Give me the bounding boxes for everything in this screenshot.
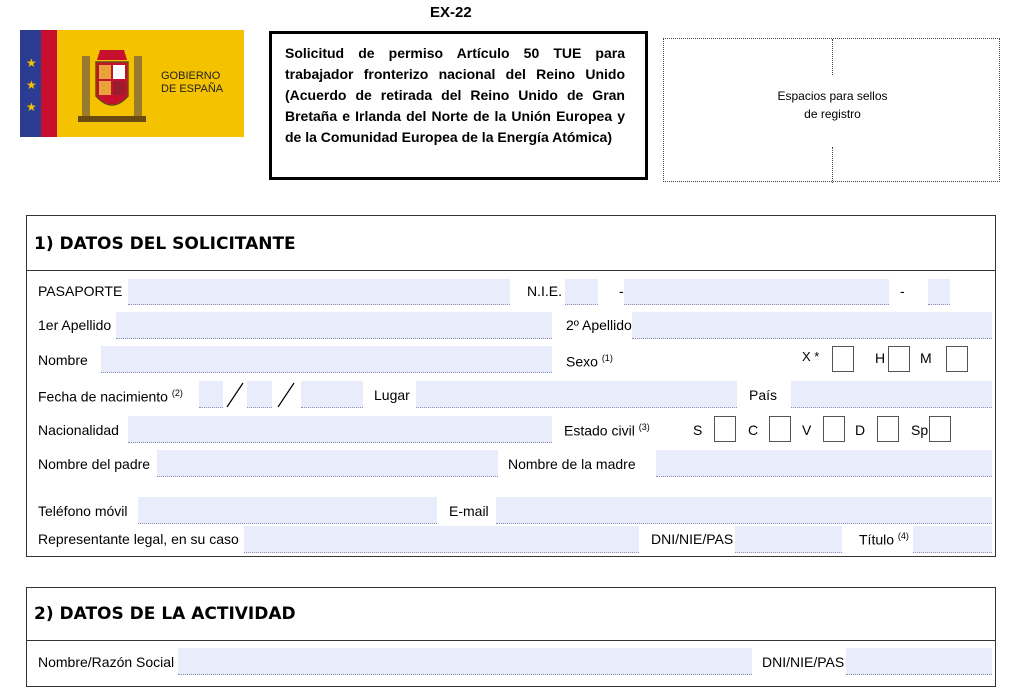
business-id-label: DNI/NIE/PAS [762,654,845,670]
father-name-label: Nombre del padre [38,456,151,472]
form-title-box: Solicitud de permiso Artículo 50 TUE par… [269,31,648,180]
sex-x-label: X * [802,349,820,364]
government-logo: ★ ★ ★ GOBIERNO DE ESPAÑA [20,30,244,137]
star-icon: ★ [26,100,37,114]
nationality-field[interactable] [128,416,552,443]
stamp-divider [832,147,833,183]
sex-m-checkbox[interactable] [946,346,968,372]
form-title: Solicitud de permiso Artículo 50 TUE par… [285,45,625,145]
civil-status-sp-checkbox[interactable] [929,416,951,442]
civil-status-s-checkbox[interactable] [714,416,736,442]
civil-status-footnote-ref: (3) [638,422,650,432]
civil-status-label-text: Estado civil [564,422,635,439]
birthdate-label-text: Fecha de nacimiento [38,388,168,405]
stamp-label-line2: de registro [804,107,861,121]
birth-year-field[interactable] [301,381,363,408]
birthdate-footnote-ref: (2) [171,388,183,398]
mother-name-field[interactable] [656,450,992,477]
sex-x-checkbox[interactable] [832,346,854,372]
nie-number-field[interactable] [624,279,889,305]
name-field[interactable] [101,346,552,373]
nie-control-field[interactable] [928,279,950,305]
section-applicant-title: 1) DATOS DEL SOLICITANTE [34,234,296,254]
mother-name-label: Nombre de la madre [508,456,636,472]
legal-rep-id-field[interactable] [735,526,842,553]
stamp-divider [832,39,833,75]
logo-text-line2: DE ESPAÑA [161,83,224,95]
stamp-label-line1: Espacios para sellos [777,89,888,103]
nie-dash-1: - [619,283,624,299]
surname2-label: 2º Apellido [566,317,632,333]
mobile-phone-field[interactable] [138,497,437,524]
birth-month-field[interactable] [247,381,272,408]
section-activity-title: 2) DATOS DE LA ACTIVIDAD [34,604,296,624]
section-activity-header: 2) DATOS DE LA ACTIVIDAD [27,588,995,641]
legal-rep-field[interactable] [244,526,639,553]
star-icon: ★ [26,78,37,92]
sex-h-checkbox[interactable] [888,346,910,372]
passport-label: PASAPORTE [38,283,123,299]
birth-day-field[interactable] [199,381,223,408]
sex-label: Sexo (1) [566,353,613,370]
legal-rep-title-field[interactable] [913,526,992,553]
legal-rep-title-text: Título [859,531,895,548]
email-label: E-mail [449,503,489,519]
civil-status-c-label: C [748,422,759,438]
civil-status-s-label: S [693,422,703,438]
sex-footnote-ref: (1) [601,353,613,363]
civil-status-d-label: D [855,422,866,438]
birthplace-label: Lugar [374,387,410,403]
civil-status-c-checkbox[interactable] [769,416,791,442]
father-name-field[interactable] [157,450,498,477]
nie-dash-2: - [900,283,905,299]
legal-rep-id-label: DNI/NIE/PAS [651,531,734,547]
mobile-phone-label: Teléfono móvil [38,503,128,519]
passport-field[interactable] [128,279,510,305]
civil-status-v-label: V [802,422,812,438]
business-name-field[interactable] [178,648,752,675]
birthplace-field[interactable] [416,381,737,408]
surname1-label: 1er Apellido [38,317,112,333]
surname1-field[interactable] [116,312,552,339]
date-slash-icon [277,382,295,408]
section-applicant-header: 1) DATOS DEL SOLICITANTE [27,216,995,271]
registry-stamp-box: Espacios para sellos de registro [663,38,1000,183]
sex-label-text: Sexo [566,353,598,370]
logo-text-line1: GOBIERNO [161,70,221,82]
coat-of-arms-icon [78,50,146,122]
form-code: EX-22 [430,4,472,21]
surname2-field[interactable] [632,312,992,339]
sex-h-label: H [875,350,886,366]
flag-red-stripe [41,30,57,137]
email-field[interactable] [496,497,992,524]
sex-m-label: M [920,350,932,366]
business-name-label: Nombre/Razón Social [38,654,175,670]
star-icon: ★ [26,56,37,70]
civil-status-sp-label: Sp [911,422,929,438]
civil-status-label: Estado civil (3) [564,422,650,439]
civil-status-v-checkbox[interactable] [823,416,845,442]
birthdate-label: Fecha de nacimiento (2) [38,388,183,405]
name-label: Nombre [38,352,88,368]
nationality-label: Nacionalidad [38,422,119,438]
country-field[interactable] [791,381,992,408]
nie-letter-field[interactable] [565,279,598,305]
legal-rep-label: Representante legal, en su caso [38,531,239,547]
nie-label: N.I.E. [527,283,563,299]
civil-status-d-checkbox[interactable] [877,416,899,442]
date-slash-icon [226,382,244,408]
business-id-field[interactable] [846,648,992,675]
title-footnote-ref: (4) [897,531,909,541]
legal-rep-title-label: Título (4) [859,531,909,548]
country-label: País [749,387,778,403]
